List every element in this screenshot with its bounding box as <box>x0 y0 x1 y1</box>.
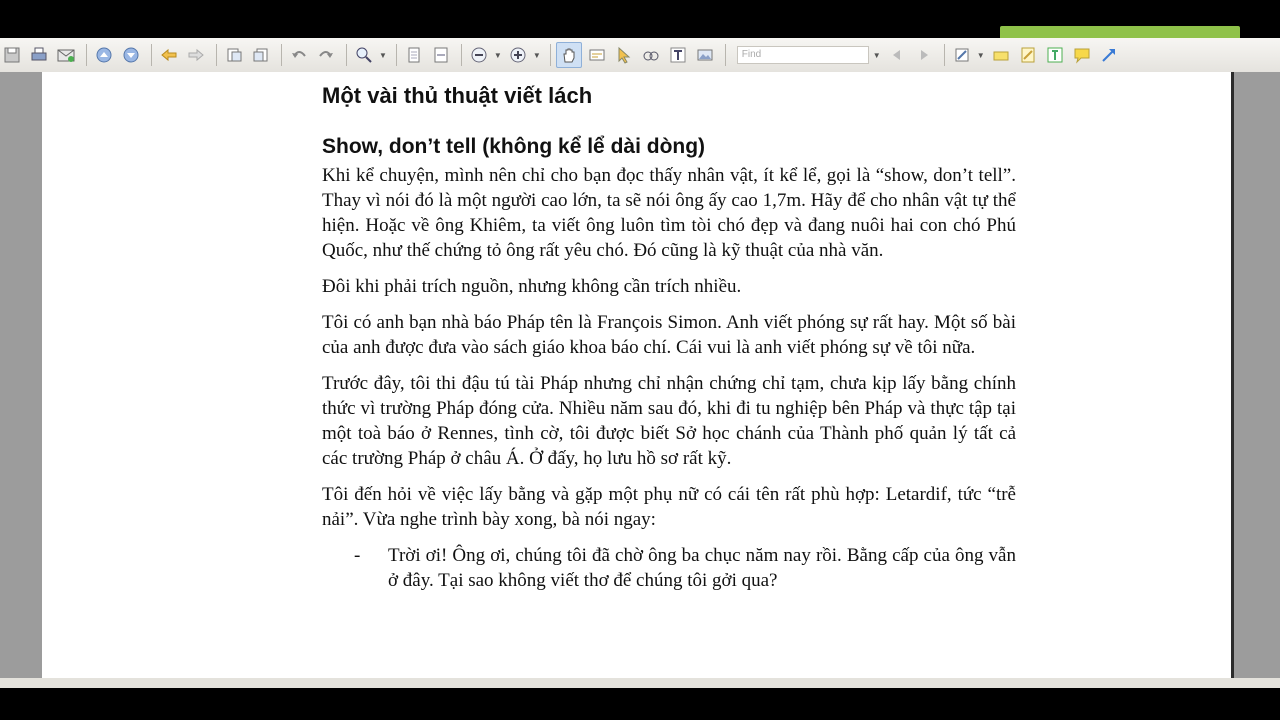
rotate-icon[interactable] <box>222 43 246 67</box>
typewriter-icon[interactable] <box>950 43 974 67</box>
section-heading: Show, don’t tell (không kể lể dài dòng) <box>322 135 706 158</box>
chevron-down-icon[interactable]: ▼ <box>494 51 502 60</box>
chevron-down-icon[interactable]: ▼ <box>873 51 881 60</box>
chevron-down-icon[interactable]: ▼ <box>977 51 985 60</box>
toolbar: ▼ ▼ ▼ Find ▼ ▼ <box>0 38 1280 73</box>
toolbar-separator <box>724 44 726 66</box>
note-icon[interactable] <box>1016 43 1040 67</box>
textbox-icon[interactable] <box>1043 43 1067 67</box>
window-top-bar <box>0 0 1280 38</box>
hand-tool-icon[interactable] <box>555 42 582 68</box>
status-strip <box>0 678 1280 688</box>
page-content: Một vài thủ thuật viết lách Show, don’t … <box>322 72 1016 604</box>
print-icon[interactable] <box>27 43 51 67</box>
zoom-icon[interactable] <box>352 43 376 67</box>
bottom-bar <box>0 678 1280 720</box>
rotate-alt-icon[interactable] <box>249 43 273 67</box>
forward-icon[interactable] <box>184 43 208 67</box>
document-page[interactable]: Một vài thủ thuật viết lách Show, don’t … <box>42 72 1234 678</box>
find-previous-icon[interactable] <box>885 43 909 67</box>
toolbar-separator <box>216 44 217 66</box>
toolbar-separator <box>346 44 347 66</box>
promo-banner[interactable] <box>1000 26 1240 38</box>
toolbar-separator <box>460 44 462 66</box>
paragraph: Trước đây, tôi thi đậu tú tài Pháp nhưng… <box>322 373 1016 469</box>
viewer-gutter-left <box>0 72 42 678</box>
snapshot-icon[interactable] <box>639 43 663 67</box>
select-text-icon[interactable] <box>585 43 609 67</box>
text-icon[interactable] <box>666 43 690 67</box>
page-down-icon[interactable] <box>119 43 143 67</box>
zoom-in-icon[interactable] <box>506 43 530 67</box>
paragraph: Đôi khi phải trích nguồn, nhưng không cầ… <box>322 276 742 297</box>
bullet-text: Trời ơi! Ông ơi, chúng tôi đã chờ ông ba… <box>388 545 1016 591</box>
comment-icon[interactable] <box>1070 43 1094 67</box>
find-next-icon[interactable] <box>912 43 936 67</box>
paragraph: Khi kể chuyện, mình nên chỉ cho bạn đọc … <box>322 165 1016 261</box>
fit-width-icon[interactable] <box>429 43 453 67</box>
toolbar-separator <box>549 44 551 66</box>
toolbar-separator <box>943 44 945 66</box>
email-icon[interactable] <box>54 43 78 67</box>
save-icon[interactable] <box>0 43 24 67</box>
document-viewer[interactable]: Một vài thủ thuật viết lách Show, don’t … <box>0 72 1280 678</box>
arrow-icon[interactable] <box>1097 43 1121 67</box>
zoom-out-icon[interactable] <box>467 43 491 67</box>
back-icon[interactable] <box>157 43 181 67</box>
document-title: Một vài thủ thuật viết lách <box>322 83 593 108</box>
bullet-item: - Trời ơi! Ông ơi, chúng tôi đã chờ ông b… <box>322 543 1016 593</box>
undo-icon[interactable] <box>287 43 311 67</box>
redo-icon[interactable] <box>314 43 338 67</box>
image-icon[interactable] <box>693 43 717 67</box>
pointer-icon[interactable] <box>612 43 636 67</box>
bullet-dash: - <box>354 545 361 566</box>
paragraph: Tôi đến hỏi về việc lấy bằng và gặp một … <box>322 484 1016 530</box>
fit-page-icon[interactable] <box>402 43 426 67</box>
toolbar-separator <box>395 44 397 66</box>
paragraph: Tôi có anh bạn nhà báo Pháp tên là Franç… <box>322 312 1016 358</box>
chevron-down-icon[interactable]: ▼ <box>533 51 541 60</box>
highlight-icon[interactable] <box>989 43 1013 67</box>
toolbar-separator <box>86 44 87 66</box>
toolbar-separator <box>281 44 282 66</box>
page-up-icon[interactable] <box>92 43 116 67</box>
find-input[interactable]: Find <box>736 46 869 64</box>
toolbar-separator <box>151 44 152 66</box>
chevron-down-icon[interactable]: ▼ <box>379 51 387 60</box>
viewer-gutter-right <box>1234 72 1280 678</box>
